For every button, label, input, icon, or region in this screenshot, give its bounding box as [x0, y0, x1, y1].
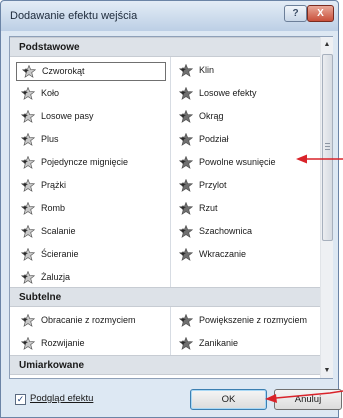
effect-item-label: Żaluzja [41, 272, 71, 282]
effect-item-label: Plus [41, 134, 59, 144]
effect-item[interactable]: Powolne wsunięcie [174, 154, 320, 173]
effect-item[interactable]: Zanikanie [174, 335, 320, 354]
effect-item-label: Koło [41, 88, 60, 98]
effect-item[interactable]: Obracanie z rozmyciem [16, 312, 166, 331]
effect-item[interactable]: Losowe pasy [16, 108, 166, 127]
effect-item[interactable]: Podział [174, 131, 320, 150]
add-entrance-effect-dialog: Dodawanie efektu wejścia ? X Podstawowe … [0, 0, 342, 418]
title-bar[interactable]: Dodawanie efektu wejścia ? X [1, 1, 338, 31]
section-header-basic: Podstawowe [10, 37, 320, 57]
scroll-down-arrow-icon[interactable]: ▼ [321, 363, 333, 378]
effect-item[interactable]: Pojedyncze mignięcie [16, 154, 166, 173]
scroll-up-arrow-icon[interactable]: ▲ [321, 37, 333, 52]
star-effect-icon [20, 86, 36, 100]
ok-button[interactable]: OK [190, 389, 267, 410]
effect-item-label: Losowe pasy [41, 111, 94, 121]
star-effect-icon [178, 336, 194, 350]
effect-item-label: Szachownica [199, 226, 253, 236]
effect-item-label: Rzut [199, 203, 218, 213]
list-scrollbar[interactable]: ▲ ▼ [320, 37, 333, 378]
effect-item-label: Prążki [41, 180, 67, 190]
cancel-button[interactable]: Anuluj [274, 389, 342, 410]
star-effect-icon [20, 313, 36, 327]
effects-list-content: Podstawowe Subtelne Umiarkowane Czworoką… [10, 37, 320, 378]
star-effect-icon [178, 247, 194, 261]
star-effect-icon [20, 224, 36, 238]
section-header-moderate: Umiarkowane [10, 355, 320, 375]
effect-item[interactable]: Klin [174, 62, 320, 81]
star-effect-icon [20, 132, 36, 146]
scroll-thumb[interactable] [322, 54, 333, 241]
effect-item[interactable]: Koło [16, 85, 166, 104]
star-effect-icon [20, 336, 36, 350]
close-button[interactable]: X [307, 5, 334, 22]
effect-item[interactable]: Ścieranie [16, 246, 166, 265]
star-effect-icon [178, 178, 194, 192]
effect-item[interactable]: Plus [16, 131, 166, 150]
effect-item-label: Powiększenie z rozmyciem [199, 315, 308, 325]
star-effect-icon [178, 313, 194, 327]
effect-item-label: Losowe efekty [199, 88, 257, 98]
effect-item[interactable]: Romb [16, 200, 166, 219]
preview-label[interactable]: Podgląd efektu [30, 393, 93, 404]
effect-item-label: Przylot [199, 180, 227, 190]
star-effect-icon [178, 63, 194, 77]
effect-item-label: Czworokąt [42, 66, 85, 76]
effect-item-label: Wkraczanie [199, 249, 247, 259]
effects-list: Podstawowe Subtelne Umiarkowane Czworoką… [9, 36, 333, 379]
effect-item[interactable]: Przylot [174, 177, 320, 196]
help-button[interactable]: ? [284, 5, 307, 22]
effect-item[interactable]: Rozwijanie [16, 335, 166, 354]
star-effect-icon [20, 178, 36, 192]
column-divider [170, 307, 171, 355]
effect-item[interactable]: Czworokąt [16, 62, 166, 81]
effect-item-label: Zanikanie [199, 338, 239, 348]
effect-item[interactable]: Powiększenie z rozmyciem [174, 312, 320, 331]
star-effect-icon [20, 247, 36, 261]
effect-item[interactable]: Wkraczanie [174, 246, 320, 265]
effect-item-label: Romb [41, 203, 66, 213]
dialog-title: Dodawanie efektu wejścia [10, 10, 138, 22]
effect-item-label: Obracanie z rozmyciem [41, 315, 136, 325]
column-divider [170, 57, 171, 287]
preview-checkbox[interactable]: ✓ [15, 394, 26, 405]
effect-item-label: Podział [199, 134, 229, 144]
star-effect-icon [178, 155, 194, 169]
star-effect-icon [20, 270, 36, 284]
effect-item-label: Powolne wsunięcie [199, 157, 276, 167]
star-effect-icon [178, 109, 194, 123]
effect-item[interactable]: Szachownica [174, 223, 320, 242]
effect-item-label: Okrąg [199, 111, 224, 121]
star-effect-icon [20, 109, 36, 123]
effect-item-label: Klin [199, 65, 215, 75]
star-effect-icon [21, 64, 37, 78]
effect-item-label: Ścieranie [41, 249, 79, 259]
effect-item-label: Rozwijanie [41, 338, 85, 348]
effect-item[interactable]: Scalanie [16, 223, 166, 242]
effect-item[interactable]: Okrąg [174, 108, 320, 127]
effect-item[interactable]: Losowe efekty [174, 85, 320, 104]
effect-item[interactable]: Rzut [174, 200, 320, 219]
section-header-subtle: Subtelne [10, 287, 320, 307]
star-effect-icon [20, 155, 36, 169]
star-effect-icon [178, 86, 194, 100]
effect-item[interactable]: Prążki [16, 177, 166, 196]
star-effect-icon [20, 201, 36, 215]
effect-item-label: Pojedyncze mignięcie [41, 157, 129, 167]
effect-item[interactable]: Żaluzja [16, 269, 166, 288]
star-effect-icon [178, 132, 194, 146]
star-effect-icon [178, 224, 194, 238]
effect-item-label: Scalanie [41, 226, 76, 236]
star-effect-icon [178, 201, 194, 215]
